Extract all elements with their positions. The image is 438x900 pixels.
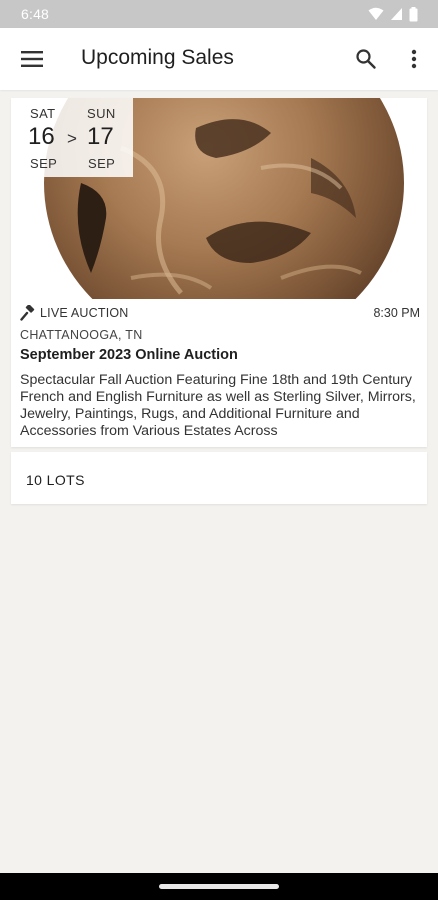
end-day-of-week: SUN [87,106,116,121]
more-vert-icon [411,49,417,69]
app-bar: Upcoming Sales [0,28,438,90]
start-month: SEP [30,156,58,171]
sale-date-badge: SAT 16 SEP > SUN 17 SEP [11,98,133,177]
start-day: 16 [28,123,55,150]
home-gesture-handle[interactable] [159,884,279,889]
hamburger-menu-icon [21,51,43,67]
view-lots-button[interactable]: 10 LOTS [11,452,427,504]
status-bar: 6:48 [0,0,438,28]
end-day: 17 [87,123,114,150]
menu-button[interactable] [20,48,44,70]
lots-count-label: 10 LOTS [26,472,85,488]
sale-card[interactable]: SAT 16 SEP > SUN 17 SEP LIVE AUCTION 8:3… [11,98,427,447]
sale-type: LIVE AUCTION [40,306,129,320]
sale-type-row: LIVE AUCTION 8:30 PM [20,305,420,323]
sale-title: September 2023 Online Auction [20,347,238,363]
battery-icon [409,6,418,21]
page-title: Upcoming Sales [81,46,234,69]
status-time: 6:48 [21,6,50,22]
date-range-separator: > [67,129,77,148]
start-day-of-week: SAT [30,106,56,121]
wifi-icon [368,7,384,20]
search-button[interactable] [354,47,378,71]
sale-image: SAT 16 SEP > SUN 17 SEP [11,98,427,299]
signal-icon [391,8,402,20]
sale-description: Spectacular Fall Auction Featuring Fine … [20,372,416,439]
overflow-menu-button[interactable] [402,47,426,71]
system-navigation-bar [0,873,438,900]
sale-location: CHATTANOOGA, TN [20,328,143,342]
gavel-icon [20,305,35,321]
sale-time: 8:30 PM [373,306,420,320]
status-icons [368,6,418,22]
search-icon [356,49,376,69]
end-month: SEP [88,156,116,171]
